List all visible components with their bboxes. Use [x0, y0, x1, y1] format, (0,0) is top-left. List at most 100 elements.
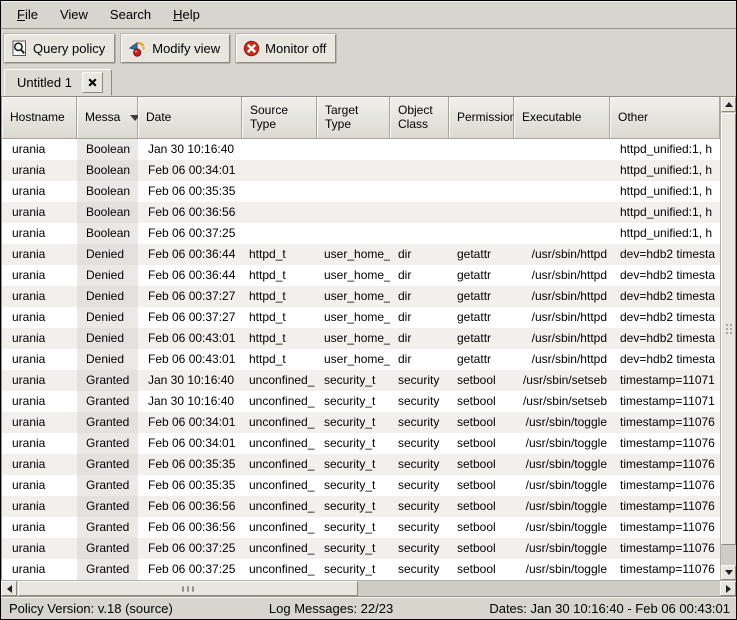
cell-target-type: security_t: [317, 559, 390, 580]
menu-bar: File View Search Help: [1, 1, 736, 29]
scroll-up-button[interactable]: [721, 97, 736, 112]
table-row[interactable]: urania Granted Feb 06 00:35:35 unconfine…: [2, 475, 720, 496]
table-row[interactable]: urania Denied Feb 06 00:43:01 httpd_t us…: [2, 349, 720, 370]
query-policy-icon: [11, 40, 28, 57]
cell-other: timestamp=11076: [610, 517, 720, 538]
cell-date: Feb 06 00:37:27: [138, 286, 242, 307]
cell-other: timestamp=11076: [610, 538, 720, 559]
column-header-permission[interactable]: Permission: [449, 97, 514, 139]
horizontal-scrollbar-thumb[interactable]: [18, 581, 358, 596]
cell-date: Feb 06 00:43:01: [138, 328, 242, 349]
cell-source-type: unconfined_: [242, 370, 317, 391]
log-table: Hostname Messa Date Source Type Target T…: [1, 96, 736, 580]
cell-other: timestamp=11071: [610, 391, 720, 412]
monitor-off-label: Monitor off: [265, 41, 326, 56]
table-row[interactable]: urania Denied Feb 06 00:37:27 httpd_t us…: [2, 307, 720, 328]
table-row[interactable]: urania Granted Feb 06 00:37:25 unconfine…: [2, 559, 720, 580]
cell-source-type: unconfined_: [242, 538, 317, 559]
menu-item[interactable]: View: [50, 3, 98, 26]
cell-permission: setbool: [449, 412, 514, 433]
menu-item[interactable]: File: [7, 3, 48, 26]
cell-target-type: security_t: [317, 517, 390, 538]
cell-executable: /usr/sbin/toggle: [514, 454, 610, 475]
cell-source-type: [242, 160, 317, 181]
cell-other: dev=hdb2 timesta: [610, 328, 720, 349]
column-header-object-class[interactable]: Object Class: [390, 97, 449, 139]
cell-target-type: security_t: [317, 391, 390, 412]
monitor-off-button[interactable]: Monitor off: [236, 34, 336, 63]
query-policy-button[interactable]: Query policy: [4, 34, 115, 63]
cell-message: Denied: [77, 244, 138, 265]
menu-item[interactable]: Help: [163, 3, 210, 26]
tab-label: Untitled 1: [17, 75, 72, 90]
cell-object-class: dir: [390, 349, 449, 370]
cell-other: dev=hdb2 timesta: [610, 244, 720, 265]
cell-message: Denied: [77, 328, 138, 349]
status-bar: Policy Version: v.18 (source) Log Messag…: [1, 596, 736, 619]
table-row[interactable]: urania Boolean Feb 06 00:34:01 httpd_uni…: [2, 160, 720, 181]
vertical-scrollbar[interactable]: [720, 97, 736, 580]
cell-date: Feb 06 00:36:56: [138, 202, 242, 223]
cell-date: Jan 30 10:16:40: [138, 370, 242, 391]
scroll-left-button[interactable]: [1, 581, 17, 596]
cell-other: dev=hdb2 timesta: [610, 307, 720, 328]
table-row[interactable]: urania Granted Jan 30 10:16:40 unconfine…: [2, 370, 720, 391]
table-row[interactable]: urania Granted Feb 06 00:35:35 unconfine…: [2, 454, 720, 475]
table-row[interactable]: urania Granted Feb 06 00:37:25 unconfine…: [2, 538, 720, 559]
scroll-down-button[interactable]: [721, 565, 736, 580]
cell-hostname: urania: [2, 139, 77, 160]
cell-source-type: unconfined_: [242, 475, 317, 496]
cell-source-type: [242, 223, 317, 244]
table-row[interactable]: urania Boolean Feb 06 00:35:35 httpd_uni…: [2, 181, 720, 202]
cell-other: timestamp=11076: [610, 412, 720, 433]
scroll-right-button[interactable]: [720, 581, 736, 596]
horizontal-scrollbar[interactable]: [1, 580, 736, 596]
table-row[interactable]: urania Granted Feb 06 00:34:01 unconfine…: [2, 412, 720, 433]
cell-target-type: [317, 181, 390, 202]
cell-object-class: dir: [390, 307, 449, 328]
modify-view-button[interactable]: Modify view: [121, 34, 230, 63]
cell-object-class: [390, 202, 449, 223]
cell-executable: /usr/sbin/toggle: [514, 496, 610, 517]
vertical-scrollbar-thumb[interactable]: [721, 113, 736, 545]
table-row[interactable]: urania Denied Feb 06 00:36:44 httpd_t us…: [2, 244, 720, 265]
column-header-date[interactable]: Date: [138, 97, 242, 139]
column-header-hostname[interactable]: Hostname: [2, 97, 77, 139]
cell-message: Denied: [77, 286, 138, 307]
column-header-message[interactable]: Messa: [77, 97, 138, 139]
table-row[interactable]: urania Boolean Jan 30 10:16:40 httpd_uni…: [2, 139, 720, 160]
cell-target-type: user_home_: [317, 244, 390, 265]
table-row[interactable]: urania Boolean Feb 06 00:36:56 httpd_uni…: [2, 202, 720, 223]
cell-date: Feb 06 00:34:01: [138, 433, 242, 454]
dates-status: Dates: Jan 30 10:16:40 - Feb 06 00:43:01: [489, 601, 732, 616]
cell-date: Feb 06 00:37:25: [138, 538, 242, 559]
toolbar: Query policy Modify view Mo: [1, 29, 736, 67]
column-header-other[interactable]: Other: [610, 97, 720, 139]
cell-source-type: unconfined_: [242, 496, 317, 517]
horizontal-scrollbar-track[interactable]: [358, 581, 720, 596]
cell-executable: /usr/sbin/setseb: [514, 391, 610, 412]
table-row[interactable]: urania Denied Feb 06 00:43:01 httpd_t us…: [2, 328, 720, 349]
table-row[interactable]: urania Granted Feb 06 00:36:56 unconfine…: [2, 496, 720, 517]
cell-hostname: urania: [2, 202, 77, 223]
cell-message: Boolean: [77, 181, 138, 202]
table-row[interactable]: urania Granted Jan 30 10:16:40 unconfine…: [2, 391, 720, 412]
column-header-target-type[interactable]: Target Type: [317, 97, 390, 139]
cell-date: Feb 06 00:36:44: [138, 244, 242, 265]
tab-untitled-1[interactable]: Untitled 1: [4, 69, 112, 96]
tab-close-button[interactable]: [82, 72, 103, 93]
cell-message: Granted: [77, 391, 138, 412]
menu-item[interactable]: Search: [100, 3, 161, 26]
cell-date: Feb 06 00:36:56: [138, 496, 242, 517]
vertical-scrollbar-track[interactable]: [721, 545, 736, 565]
cell-date: Feb 06 00:34:01: [138, 412, 242, 433]
table-row[interactable]: urania Denied Feb 06 00:37:27 httpd_t us…: [2, 286, 720, 307]
table-row[interactable]: urania Boolean Feb 06 00:37:25 httpd_uni…: [2, 223, 720, 244]
column-header-source-type[interactable]: Source Type: [242, 97, 317, 139]
cell-permission: [449, 139, 514, 160]
table-row[interactable]: urania Granted Feb 06 00:36:56 unconfine…: [2, 517, 720, 538]
table-row[interactable]: urania Denied Feb 06 00:36:44 httpd_t us…: [2, 265, 720, 286]
cell-object-class: security: [390, 475, 449, 496]
table-row[interactable]: urania Granted Feb 06 00:34:01 unconfine…: [2, 433, 720, 454]
column-header-executable[interactable]: Executable: [514, 97, 610, 139]
